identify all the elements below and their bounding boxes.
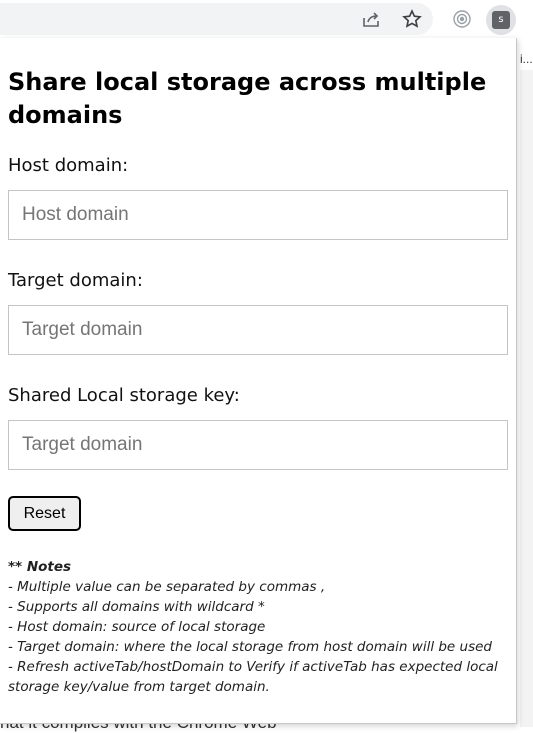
target-domain-input[interactable] (8, 305, 508, 355)
target-domain-label: Target domain: (8, 270, 143, 291)
extension-letter: s (492, 11, 510, 29)
storage-key-label: Shared Local storage key: (8, 385, 240, 406)
notes-line: - Target domain: where the local storage… (8, 639, 492, 655)
notes-section: ** Notes - Multiple value can be separat… (8, 557, 508, 697)
extension-popup: Share local storage across multiple doma… (0, 38, 517, 724)
background-scroll-area (520, 70, 533, 727)
bookmark-star-icon[interactable] (399, 6, 425, 32)
share-icon[interactable] (358, 6, 384, 32)
host-domain-label: Host domain: (8, 155, 129, 176)
reset-button[interactable]: Reset (8, 496, 81, 531)
extension-s-icon[interactable]: s (486, 5, 516, 35)
extension-circle-icon[interactable] (449, 6, 475, 32)
host-domain-input[interactable] (8, 190, 508, 240)
notes-line: - Multiple value can be separated by com… (8, 579, 326, 595)
popup-title: Share local storage across multiple doma… (8, 68, 487, 129)
notes-line: - Supports all domains with wildcard * (8, 599, 265, 615)
notes-line: - Refresh activeTab/hostDomain to Verify… (8, 659, 498, 695)
notes-title: ** Notes (8, 559, 72, 575)
browser-toolbar: s (0, 0, 533, 38)
storage-key-input[interactable] (8, 420, 508, 470)
notes-line: - Host domain: source of local storage (8, 619, 266, 635)
background-snippet-right: i... (520, 52, 533, 66)
